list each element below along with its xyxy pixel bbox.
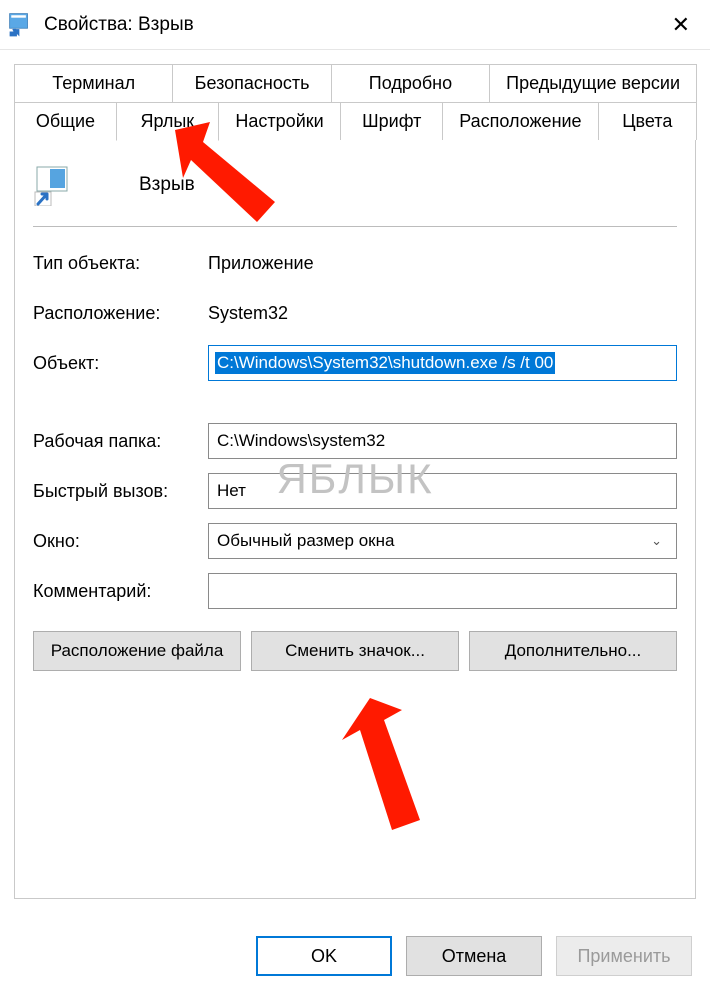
- cancel-button[interactable]: Отмена: [406, 936, 542, 976]
- shortcut-large-icon: [33, 164, 75, 206]
- run-dropdown-value: Обычный размер окна: [217, 531, 394, 551]
- tab-shortcut[interactable]: Ярлык: [116, 102, 219, 141]
- label-comment: Комментарий:: [33, 581, 208, 602]
- tab-details[interactable]: Подробно: [331, 64, 490, 102]
- label-target: Объект:: [33, 353, 208, 374]
- shortcut-name: Взрыв: [139, 174, 195, 196]
- target-input[interactable]: C:\Windows\System32\shutdown.exe /s /t 0…: [208, 345, 677, 381]
- label-startin: Рабочая папка:: [33, 431, 208, 452]
- value-type: Приложение: [208, 253, 314, 274]
- tab-panel-shortcut: Взрыв Тип объекта: Приложение Расположен…: [14, 139, 696, 899]
- tab-layout[interactable]: Расположение: [442, 102, 598, 140]
- comment-input[interactable]: [208, 573, 677, 609]
- tab-security[interactable]: Безопасность: [172, 64, 331, 102]
- tab-terminal[interactable]: Терминал: [14, 64, 173, 102]
- label-hotkey: Быстрый вызов:: [33, 481, 208, 502]
- value-location: System32: [208, 303, 288, 324]
- startin-input[interactable]: [208, 423, 677, 459]
- open-file-location-button[interactable]: Расположение файла: [33, 631, 241, 671]
- tab-colors[interactable]: Цвета: [598, 102, 697, 140]
- advanced-button[interactable]: Дополнительно...: [469, 631, 677, 671]
- target-value-selected: C:\Windows\System32\shutdown.exe /s /t 0…: [215, 352, 555, 374]
- apply-button: Применить: [556, 936, 692, 976]
- dialog-footer: OK Отмена Применить: [256, 936, 692, 976]
- title-bar: Свойства: Взрыв ✕: [0, 0, 710, 50]
- tab-strip: Терминал Безопасность Подробно Предыдущи…: [14, 64, 696, 140]
- label-location: Расположение:: [33, 303, 208, 324]
- close-button[interactable]: ✕: [672, 12, 690, 38]
- chevron-down-icon: ⌄: [651, 533, 662, 549]
- tab-font[interactable]: Шрифт: [340, 102, 443, 140]
- tab-settings[interactable]: Настройки: [218, 102, 342, 140]
- tab-general[interactable]: Общие: [14, 102, 117, 140]
- label-type: Тип объекта:: [33, 253, 208, 274]
- tab-previous-versions[interactable]: Предыдущие версии: [489, 64, 697, 102]
- window-title: Свойства: Взрыв: [44, 14, 194, 36]
- run-dropdown[interactable]: Обычный размер окна ⌄: [208, 523, 677, 559]
- label-run: Окно:: [33, 531, 208, 552]
- ok-button[interactable]: OK: [256, 936, 392, 976]
- change-icon-button[interactable]: Сменить значок...: [251, 631, 459, 671]
- window-icon: [8, 12, 34, 38]
- hotkey-input[interactable]: [208, 473, 677, 509]
